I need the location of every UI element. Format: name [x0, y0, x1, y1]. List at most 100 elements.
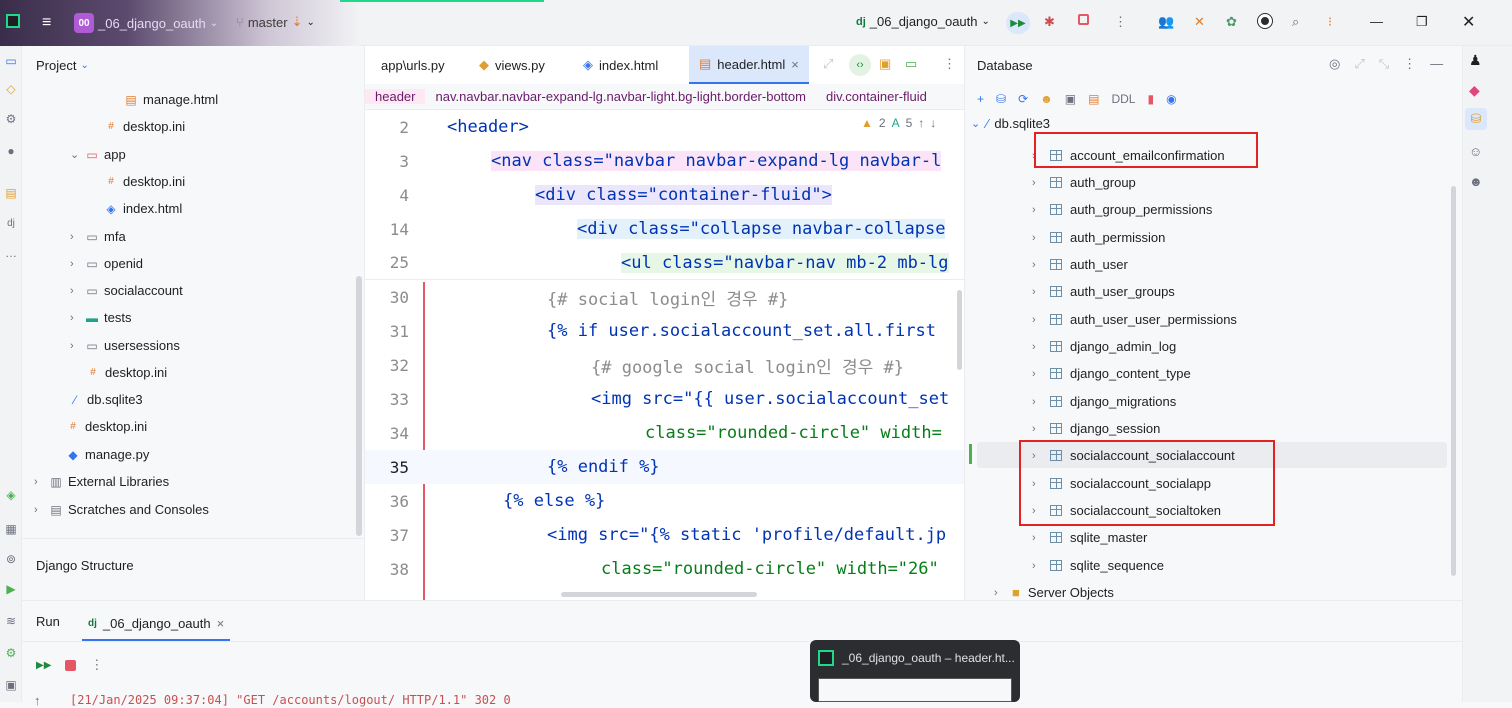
- db-table-row[interactable]: › django_content_type: [1032, 360, 1191, 387]
- more-vertical-icon[interactable]: ⋮: [1403, 56, 1416, 72]
- tree-item[interactable]: ◆ manage.py: [66, 441, 149, 468]
- project-pane-header[interactable]: Project ⌄: [36, 58, 89, 73]
- code-line[interactable]: 14 <div class="collapse navbar-collapse: [365, 212, 964, 246]
- notifications-icon[interactable]: ♟: [1469, 52, 1482, 69]
- run-tool-icon[interactable]: ▶: [2, 582, 20, 600]
- stop-button[interactable]: [1078, 14, 1089, 25]
- db-table-row[interactable]: › sqlite_sequence: [1032, 552, 1164, 579]
- preview-icon[interactable]: ▭: [905, 56, 917, 72]
- scrollbar[interactable]: [356, 276, 362, 536]
- db-table-row[interactable]: › django_admin_log: [1032, 333, 1176, 360]
- window-preview-popup[interactable]: _06_django_oauth – header.ht...: [810, 640, 1020, 702]
- minimize-icon[interactable]: —: [1430, 56, 1443, 72]
- settings-button[interactable]: ⁝: [1328, 14, 1332, 30]
- tree-item[interactable]: # desktop.ini: [104, 168, 185, 195]
- code-line[interactable]: 36 {% else %}: [365, 484, 964, 518]
- excel-icon[interactable]: ▦: [2, 522, 20, 540]
- app-logo-icon[interactable]: [6, 14, 20, 28]
- copilot-icon[interactable]: ☺: [1469, 144, 1482, 159]
- tab-index[interactable]: ◈ index.html: [573, 46, 668, 84]
- refresh-icon[interactable]: ⟳: [1018, 92, 1028, 106]
- django-structure-title[interactable]: Django Structure: [36, 558, 134, 573]
- expand-icon[interactable]: ⤢: [823, 56, 833, 72]
- user-icon[interactable]: ☻: [1040, 92, 1053, 106]
- tree-item[interactable]: # desktop.ini: [66, 413, 147, 440]
- code-line[interactable]: 3 <nav class="navbar navbar-expand-lg na…: [365, 144, 964, 178]
- tab-views[interactable]: ◆ views.py: [469, 46, 555, 84]
- tree-item[interactable]: # desktop.ini: [86, 359, 167, 386]
- github-icon[interactable]: ●: [2, 144, 20, 162]
- tab-header[interactable]: ▤ header.html ×: [689, 46, 809, 84]
- database-tool-icon[interactable]: ⛁: [1465, 108, 1487, 130]
- jump-to-icon[interactable]: ▮: [1147, 92, 1154, 106]
- close-tab-icon[interactable]: ×: [791, 57, 799, 72]
- bookmarks-icon[interactable]: ▤: [2, 186, 20, 204]
- db-table-row[interactable]: › auth_user: [1032, 251, 1128, 278]
- db-table-row[interactable]: › auth_user_groups: [1032, 278, 1175, 305]
- code-view-icon[interactable]: ‹›: [849, 54, 871, 76]
- close-button[interactable]: ✕: [1462, 12, 1475, 32]
- vertical-scrollbar[interactable]: [957, 290, 962, 370]
- tree-item[interactable]: › ▭ openid: [70, 250, 143, 277]
- python-console-icon[interactable]: ⚙: [2, 646, 20, 664]
- console-icon[interactable]: ▣: [1065, 92, 1076, 106]
- tree-item[interactable]: # desktop.ini: [104, 113, 185, 140]
- code-line[interactable]: 31 {% if user.socialaccount_set.all.firs…: [365, 314, 964, 348]
- tree-item[interactable]: › ▭ mfa: [70, 223, 126, 250]
- code-line[interactable]: 30 {# social login인 경우 #}: [365, 280, 964, 314]
- menu-icon[interactable]: ≡: [42, 14, 51, 32]
- code-line[interactable]: 37 <img src="{% static 'profile/default.…: [365, 518, 964, 552]
- db-table-row[interactable]: › sqlite_master: [1032, 524, 1147, 551]
- arrow-up-icon[interactable]: ↑: [34, 693, 41, 708]
- breadcrumb-item[interactable]: div.container-fluid: [816, 89, 937, 104]
- expand-icon[interactable]: ⤢: [1354, 56, 1364, 72]
- inspection-widget[interactable]: ▲ 2 A5 ↑ ↓: [861, 116, 936, 130]
- db-root[interactable]: ⌄ ⁄ db.sqlite3: [971, 116, 1050, 131]
- split-view-icon[interactable]: ▣: [879, 56, 891, 72]
- code-line[interactable]: 34 class="rounded-circle" width=: [365, 416, 964, 450]
- db-table-row[interactable]: › auth_group_permissions: [1032, 196, 1212, 223]
- django-structure-icon[interactable]: dj: [2, 218, 20, 236]
- tree-item[interactable]: › ▭ socialaccount: [70, 277, 183, 304]
- code-line[interactable]: 38 class="rounded-circle" width="26": [365, 552, 964, 586]
- view-options-icon[interactable]: ◎: [1329, 56, 1340, 72]
- code-line[interactable]: 4 <div class="container-fluid">: [365, 178, 964, 212]
- close-tab-icon[interactable]: ×: [217, 616, 225, 631]
- structure-tool-icon[interactable]: ⚙: [2, 112, 20, 130]
- scrollbar[interactable]: [1451, 186, 1456, 576]
- commit-tool-icon[interactable]: ◇: [2, 82, 20, 100]
- code-line[interactable]: 25 <ul class="navbar-nav mb-2 mb-lg: [365, 246, 964, 280]
- run-config-selector[interactable]: dj _06_django_oauth ⌄: [856, 14, 990, 29]
- code-line[interactable]: 32 {# google social login인 경우 #}: [365, 348, 964, 382]
- code-line[interactable]: 33 <img src="{{ user.socialaccount_set: [365, 382, 964, 416]
- debug-button[interactable]: ✱: [1044, 14, 1055, 30]
- project-tool-icon[interactable]: ▭: [2, 54, 20, 72]
- rerun-icon[interactable]: ▶▶: [36, 660, 51, 671]
- tree-item[interactable]: › ▥ External Libraries: [34, 468, 169, 495]
- db-table-row[interactable]: › django_migrations: [1032, 388, 1176, 415]
- plugin-icon[interactable]: ◆: [1469, 82, 1480, 99]
- tree-item[interactable]: ⁄ db.sqlite3: [68, 386, 143, 413]
- breadcrumb-item[interactable]: nav.navbar.navbar-expand-lg.navbar-light…: [425, 89, 815, 104]
- services-icon[interactable]: ⊚: [2, 552, 20, 570]
- layers-icon[interactable]: ≋: [2, 614, 20, 632]
- branch-switcher[interactable]: ⑂ master ⇣ ⌄: [236, 14, 315, 30]
- tree-item[interactable]: › ▭ usersessions: [70, 332, 180, 359]
- tree-item[interactable]: › ▤ Scratches and Consoles: [34, 496, 209, 523]
- run-button[interactable]: ▶▶: [1006, 12, 1030, 34]
- restore-button[interactable]: ❐: [1416, 14, 1428, 30]
- python-packages-icon[interactable]: ◈: [2, 488, 20, 506]
- data-source-icon[interactable]: ⛁: [996, 92, 1006, 106]
- table-edit-icon[interactable]: ▤: [1088, 92, 1099, 106]
- collapse-icon[interactable]: ⤡: [1379, 56, 1389, 72]
- more-tools-icon[interactable]: …: [2, 246, 20, 264]
- db-table-row[interactable]: › django_session: [1032, 415, 1160, 442]
- stop-icon[interactable]: [65, 659, 77, 671]
- search-button[interactable]: ⌕: [1292, 14, 1299, 30]
- jetbrains-ai-button[interactable]: [1257, 13, 1273, 29]
- tab-urls[interactable]: app\urls.py: [365, 46, 455, 84]
- tree-item[interactable]: › ▬ tests: [70, 304, 131, 331]
- add-icon[interactable]: +: [977, 92, 984, 106]
- eye-icon[interactable]: ◉: [1166, 92, 1176, 106]
- code-with-me-button[interactable]: 👥: [1158, 14, 1174, 30]
